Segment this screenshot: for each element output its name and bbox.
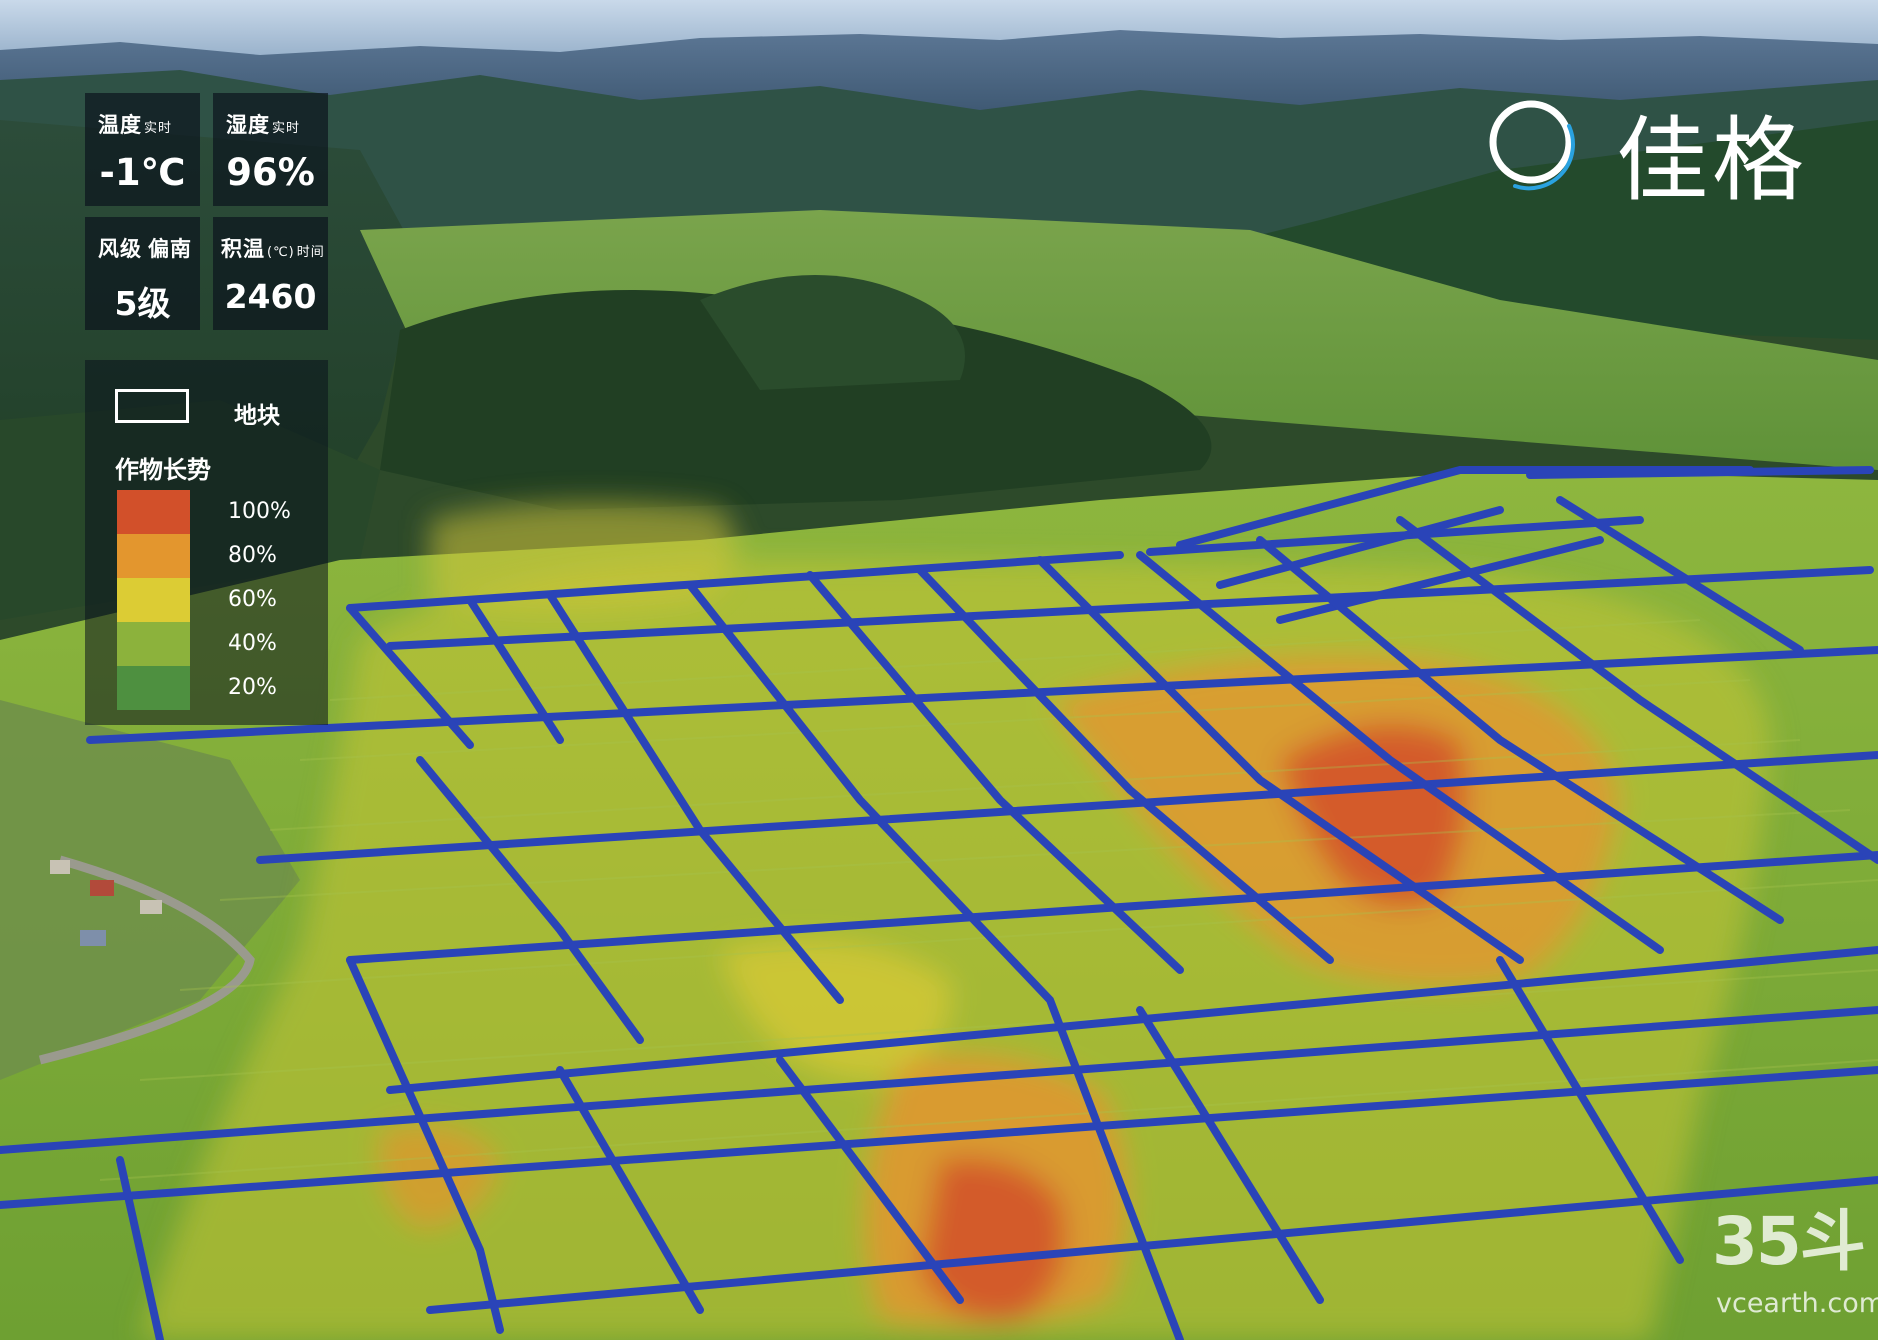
accumulated-temp-card: 积温 (℃) 时间 2460 <box>213 217 328 330</box>
brand-logo-icon <box>1489 100 1575 191</box>
plot-outline-swatch <box>115 389 189 423</box>
scale-label-1: 80% <box>228 543 277 568</box>
accumulated-temp-value: 2460 <box>224 277 317 316</box>
scale-swatch-4 <box>117 666 190 710</box>
legend-panel: 地块 作物长势 100% 80% 60% 40% 20% <box>85 360 328 725</box>
wind-label: 风级 偏南 <box>98 237 192 261</box>
watermark-url: vcearth.com <box>1716 1288 1878 1319</box>
growth-title: 作物长势 <box>115 456 211 484</box>
brand-name: 佳格 <box>1616 107 1809 214</box>
accumulated-temp-label: 积温 (℃) 时间 <box>221 237 325 261</box>
humidity-card: 湿度 实时 96% <box>213 93 328 206</box>
scale-label-3: 40% <box>228 631 277 656</box>
humidity-value: 96% <box>226 151 315 194</box>
wind-card: 风级 偏南 5级 <box>85 217 200 330</box>
temperature-value: -1℃ <box>99 151 186 194</box>
scale-swatch-0 <box>117 490 190 534</box>
wind-value: 5级 <box>114 284 171 323</box>
scale-label-0: 100% <box>228 499 291 524</box>
humidity-label: 湿度 实时 <box>226 113 301 137</box>
temperature-card: 温度 实时 -1℃ <box>85 93 200 206</box>
temperature-label: 温度 实时 <box>98 113 173 137</box>
scale-swatch-3 <box>117 622 190 666</box>
scale-swatch-2 <box>117 578 190 622</box>
plot-label: 地块 <box>234 403 280 429</box>
watermark-logo: 35斗 <box>1712 1203 1866 1280</box>
scale-label-4: 20% <box>228 675 277 700</box>
scale-label-2: 60% <box>228 587 277 612</box>
scale-swatch-1 <box>117 534 190 578</box>
